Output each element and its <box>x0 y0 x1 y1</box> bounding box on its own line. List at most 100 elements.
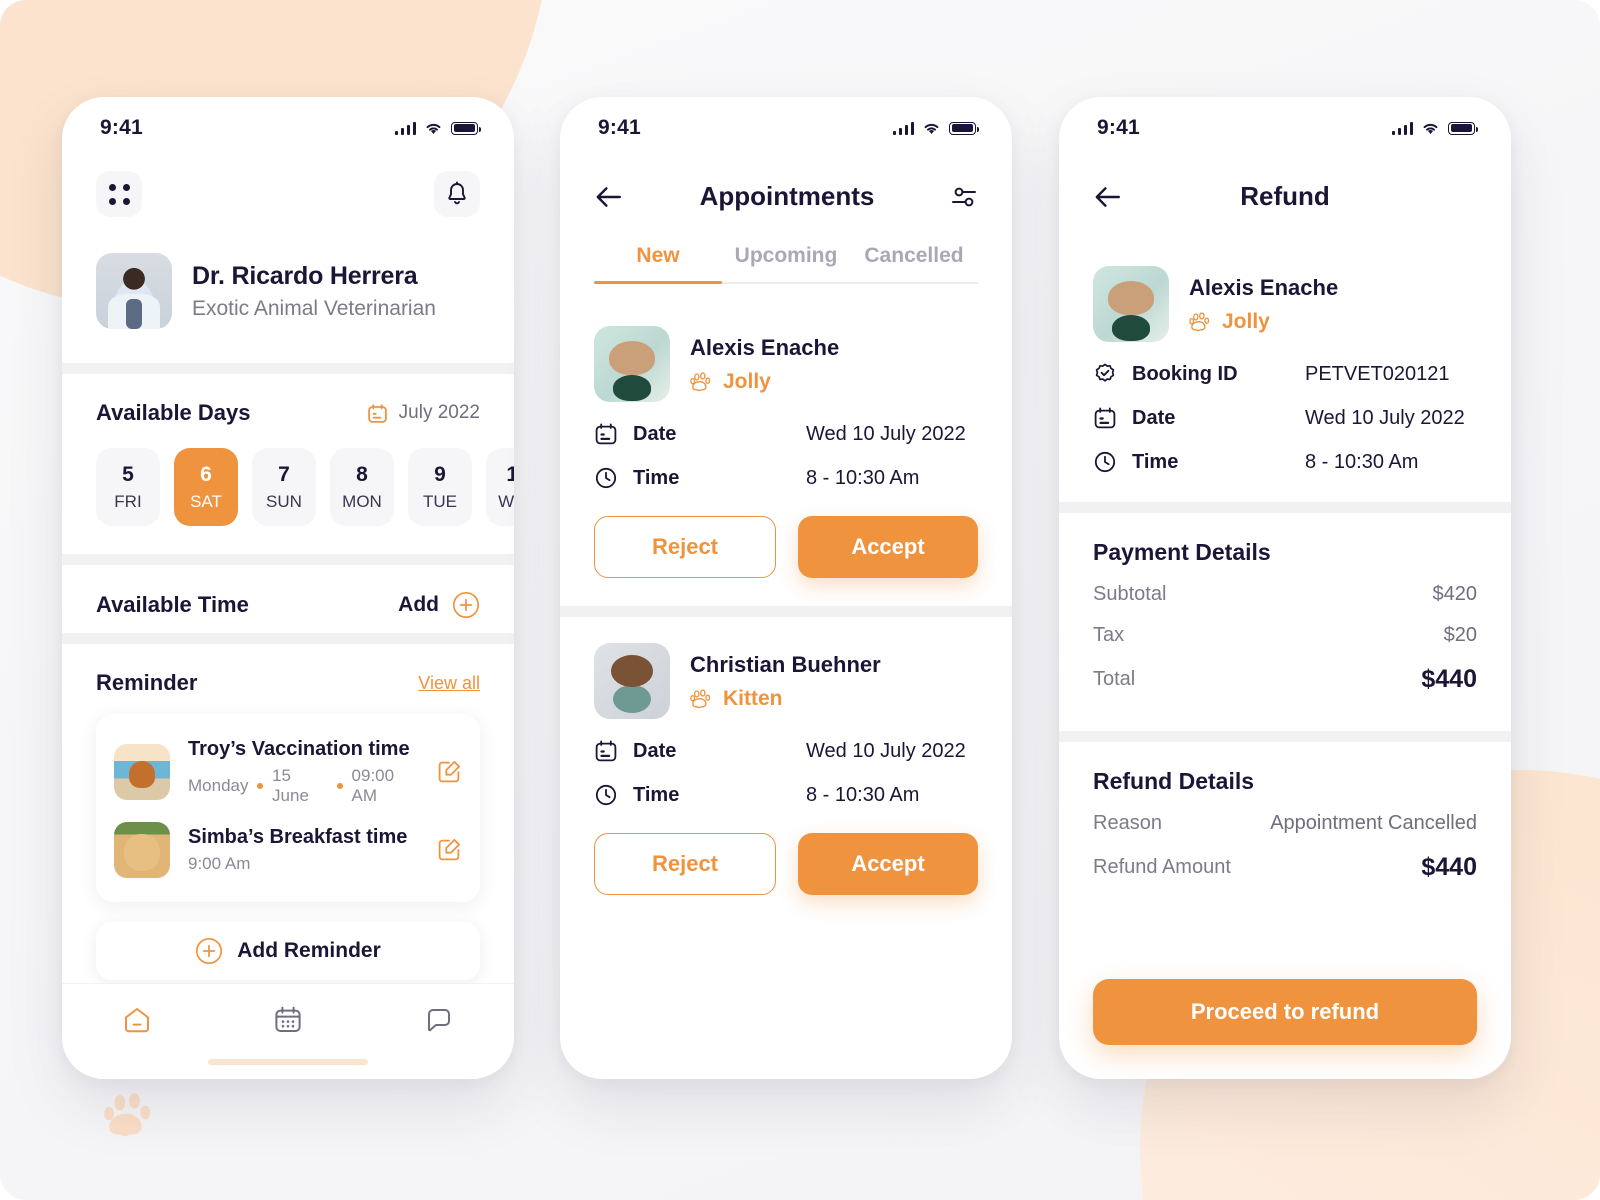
add-time-button[interactable]: Add <box>398 591 480 619</box>
appointment-time-row: Time 8 - 10:30 Am <box>594 783 978 807</box>
detail-value: 8 - 10:30 Am <box>1305 450 1419 473</box>
row-label: Total <box>1093 668 1136 690</box>
section-divider <box>560 606 1012 617</box>
reminder-item-meta: Monday 15 June 09:00 AM <box>188 766 418 806</box>
payment-row-total: Total $440 <box>1093 656 1477 703</box>
customer-name: Christian Buehner <box>690 651 881 677</box>
tab-chat[interactable] <box>422 1003 456 1042</box>
payment-row-tax: Tax $20 <box>1093 615 1477 656</box>
day-chip-sat[interactable]: 6 SAT <box>174 448 238 526</box>
detail-label: Date <box>1132 406 1176 429</box>
flex-spacer <box>1059 919 1511 979</box>
refund-details-title: Refund Details <box>1093 768 1255 794</box>
status-icons <box>1391 121 1478 135</box>
reject-button[interactable]: Reject <box>594 833 776 895</box>
appointment-date-row: Date Wed 10 July 2022 <box>594 422 978 446</box>
appointment-date-row: Date Wed 10 July 2022 <box>594 739 978 763</box>
month-label: July 2022 <box>398 402 480 423</box>
grid-icon <box>108 183 130 205</box>
customer-name: Alexis Enache <box>690 334 840 360</box>
add-reminder-button[interactable]: Add Reminder <box>96 922 480 980</box>
pet-row: Kitten <box>690 687 881 711</box>
day-chip-mon[interactable]: 8 MON <box>330 448 394 526</box>
proceed-to-refund-button[interactable]: Proceed to refund <box>1093 979 1477 1045</box>
verified-badge-icon <box>1095 363 1115 382</box>
tab-upcoming[interactable]: Upcoming <box>722 244 850 282</box>
filter-icon[interactable] <box>950 184 978 210</box>
customer-header: Alexis Enache Jolly <box>1093 266 1477 342</box>
appointment-card: Christian Buehner Kitten Date Wed 10 Jul… <box>560 617 1012 923</box>
pet-name: Jolly <box>1222 309 1270 333</box>
customer-name: Alexis Enache <box>1189 274 1339 300</box>
detail-value: Wed 10 July 2022 <box>1305 406 1465 429</box>
detail-label: Booking ID <box>1132 362 1238 385</box>
add-time-label: Add <box>398 593 439 616</box>
tab-new[interactable]: New <box>594 244 722 284</box>
status-time: 9:41 <box>100 116 143 139</box>
pet-thumbnail <box>114 744 170 800</box>
customer-avatar <box>594 643 670 719</box>
phone-refund-screen: 9:41 Refund Alexis Enache Jolly Booking … <box>1059 97 1511 1079</box>
battery-icon <box>949 121 979 135</box>
reminder-item-meta: 9:00 Am <box>188 854 418 874</box>
chat-icon <box>427 1009 450 1032</box>
menu-grid-button[interactable] <box>96 171 142 217</box>
paw-icon <box>690 371 711 391</box>
day-weekday: MON <box>342 491 382 511</box>
row-value: Appointment Cancelled <box>1270 812 1477 834</box>
back-arrow-icon[interactable] <box>594 185 624 209</box>
row-label: Refund Amount <box>1093 856 1231 878</box>
day-chip-sun[interactable]: 7 SUN <box>252 448 316 526</box>
view-all-link[interactable]: View all <box>418 673 480 694</box>
bell-icon <box>448 181 466 205</box>
cta-container: Proceed to refund <box>1059 979 1511 1079</box>
booking-id-row: Booking ID PETVET020121 <box>1093 362 1477 386</box>
payment-details-title: Payment Details <box>1093 539 1271 565</box>
appointment-card: Alexis Enache Jolly Date Wed 10 July 202… <box>560 300 1012 606</box>
tab-home[interactable] <box>120 1003 154 1042</box>
day-chip-wed[interactable]: 10 WED <box>486 448 514 526</box>
home-icon <box>125 1008 150 1033</box>
available-days-row[interactable]: 5 FRI 6 SAT 7 SUN 8 MON 9 TUE 10 WED <box>62 426 514 554</box>
tab-calendar[interactable] <box>271 1003 305 1042</box>
edit-icon[interactable] <box>436 837 462 863</box>
month-selector[interactable]: July 2022 <box>367 402 480 424</box>
wifi-icon <box>924 123 939 134</box>
notifications-button[interactable] <box>434 171 480 217</box>
section-divider <box>62 554 514 565</box>
reminder-title: Reminder <box>96 670 198 695</box>
detail-label: Date <box>633 422 677 445</box>
doctor-avatar <box>96 253 172 329</box>
accept-button[interactable]: Accept <box>798 833 978 895</box>
tab-cancelled[interactable]: Cancelled <box>850 244 978 282</box>
list-item[interactable]: Simba’s Breakfast time 9:00 Am <box>114 814 462 886</box>
page-title: Appointments <box>699 181 875 211</box>
detail-value: Wed 10 July 2022 <box>806 422 966 445</box>
reject-button[interactable]: Reject <box>594 516 776 578</box>
day-number: 10 <box>506 462 514 486</box>
status-icons <box>892 121 979 135</box>
paw-print-decoration <box>104 1093 151 1137</box>
pet-thumbnail <box>114 822 170 878</box>
doctor-profile[interactable]: Dr. Ricardo Herrera Exotic Animal Veteri… <box>96 217 480 363</box>
appointments-tabs[interactable]: New Upcoming Cancelled <box>594 244 978 284</box>
reminder-item-title: Troy’s Vaccination time <box>188 738 410 760</box>
clock-icon <box>595 784 617 806</box>
day-chip-tue[interactable]: 9 TUE <box>408 448 472 526</box>
day-number: 5 <box>122 462 134 486</box>
refund-details-pane: Refund Details Reason Appointment Cancel… <box>1059 742 1511 919</box>
edit-icon[interactable] <box>436 759 462 785</box>
back-arrow-icon[interactable] <box>1093 185 1123 209</box>
available-time-header: Available Time Add <box>62 565 514 619</box>
section-divider <box>62 363 514 374</box>
reminder-item-title: Simba’s Breakfast time <box>188 826 408 848</box>
accept-button[interactable]: Accept <box>798 516 978 578</box>
day-chip-fri[interactable]: 5 FRI <box>96 448 160 526</box>
detail-label: Time <box>633 783 680 806</box>
list-item[interactable]: Troy’s Vaccination time Monday 15 June 0… <box>114 730 462 814</box>
status-bar: 9:41 <box>560 97 1012 159</box>
refund-row-amount: Refund Amount $440 <box>1093 844 1477 891</box>
detail-label: Time <box>1132 450 1179 473</box>
pet-row: Jolly <box>1189 310 1338 334</box>
section-divider <box>62 633 514 644</box>
